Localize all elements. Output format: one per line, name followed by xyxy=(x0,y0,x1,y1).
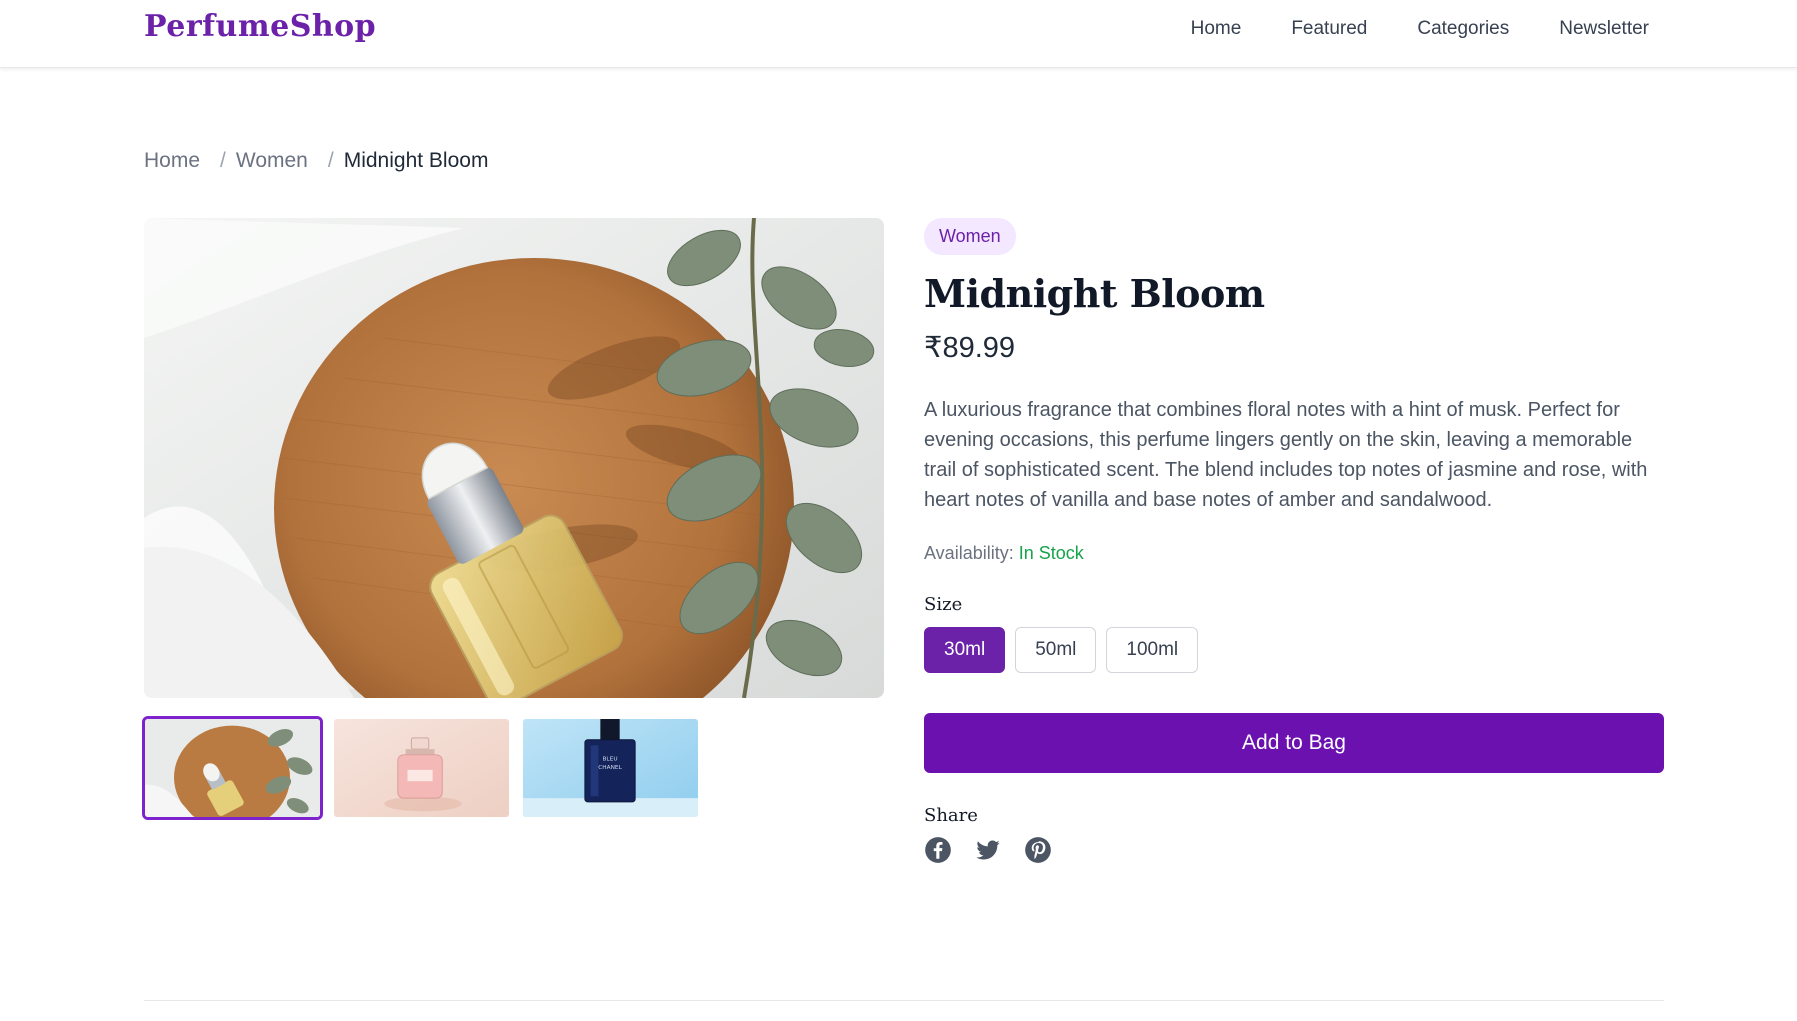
nav-categories[interactable]: Categories xyxy=(1417,18,1509,40)
thumbnail-dropper-bottle[interactable] xyxy=(142,716,323,820)
breadcrumb-separator: / xyxy=(327,149,334,172)
size-option-100ml[interactable]: 100ml xyxy=(1106,627,1199,673)
twitter-icon[interactable] xyxy=(974,836,1002,864)
product-description: A luxurious fragrance that combines flor… xyxy=(924,399,1648,511)
thumbnail-pink-bottle[interactable] xyxy=(331,716,512,820)
thumbnail-blue-bottle[interactable]: BLEU CHANEL xyxy=(520,716,701,820)
thumbnail-strip: BLEU CHANEL xyxy=(142,716,701,820)
availability-label: Availability: xyxy=(924,543,1014,563)
share-label: Share xyxy=(924,805,978,826)
size-option-30ml[interactable]: 30ml xyxy=(924,627,1006,673)
breadcrumb-home[interactable]: Home xyxy=(144,149,200,173)
size-options: 30ml 50ml 100ml xyxy=(924,627,1664,673)
product-info: Women Midnight Bloom ₹89.99 A luxurious … xyxy=(924,218,1664,864)
site-logo[interactable]: PerfumeShop xyxy=(144,9,376,44)
section-divider xyxy=(144,1000,1664,1001)
main-product-image xyxy=(144,218,884,698)
availability-status: In Stock xyxy=(1018,543,1084,563)
availability: Availability: In Stock xyxy=(924,543,1664,564)
add-to-bag-button[interactable]: Add to Bag xyxy=(924,713,1664,773)
svg-text:BLEU: BLEU xyxy=(602,757,617,763)
breadcrumb-separator: / xyxy=(220,149,226,172)
category-badge[interactable]: Women xyxy=(924,218,1016,255)
breadcrumb-women[interactable]: Women xyxy=(236,149,308,173)
main-nav: Home Featured Categories Newsletter xyxy=(1191,18,1649,40)
nav-newsletter[interactable]: Newsletter xyxy=(1559,18,1649,40)
product-title: Midnight Bloom xyxy=(924,271,1265,316)
nav-featured[interactable]: Featured xyxy=(1291,18,1367,40)
facebook-icon[interactable] xyxy=(924,836,952,864)
product-price: ₹89.99 xyxy=(924,332,1016,364)
share-icons xyxy=(924,836,1664,864)
size-label: Size xyxy=(924,594,963,615)
breadcrumb: Home / Women / Midnight Bloom xyxy=(144,149,488,173)
site-header: PerfumeShop Home Featured Categories New… xyxy=(0,0,1797,68)
pinterest-icon[interactable] xyxy=(1024,836,1052,864)
svg-text:CHANEL: CHANEL xyxy=(598,765,622,771)
nav-home[interactable]: Home xyxy=(1191,18,1242,40)
size-option-50ml[interactable]: 50ml xyxy=(1015,627,1097,673)
breadcrumb-current: Midnight Bloom xyxy=(343,149,489,172)
